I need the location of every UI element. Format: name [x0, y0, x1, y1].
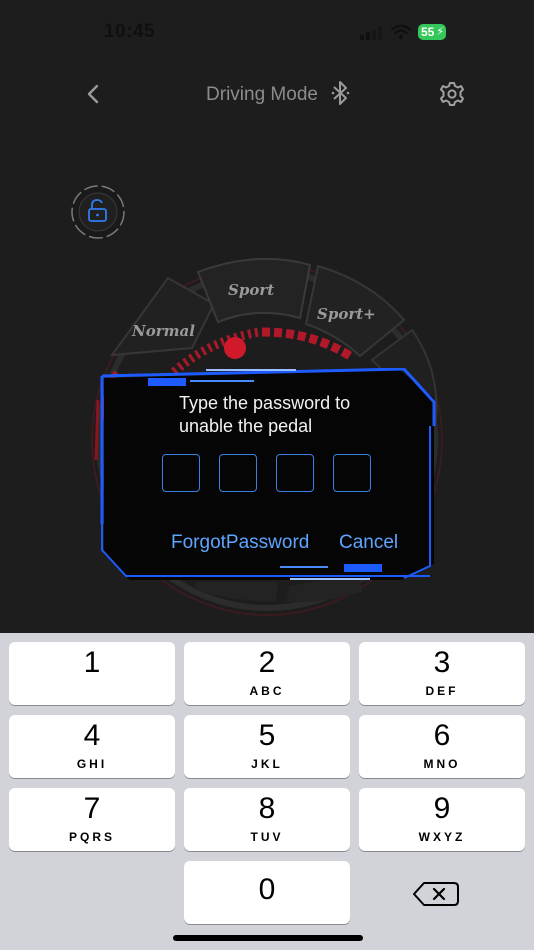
pin-digit-box[interactable] — [219, 454, 257, 492]
key-letters: MNO — [423, 757, 461, 771]
dialog-message: Type the password to unable the pedal — [179, 393, 351, 436]
key-digit: 9 — [433, 792, 451, 825]
key-digit: 2 — [258, 646, 276, 679]
forgot-password-link[interactable]: ForgotPassword — [171, 532, 309, 554]
mode-label-normal: Normal — [132, 322, 195, 340]
pin-digit-box[interactable] — [162, 454, 200, 492]
key-digit: 6 — [433, 719, 451, 752]
key-digit: 8 — [258, 792, 276, 825]
key-0[interactable]: 0 — [184, 861, 350, 924]
delete-key[interactable] — [410, 879, 464, 909]
key-7[interactable]: 7 PQRS — [9, 788, 175, 851]
key-letters: GHI — [76, 757, 108, 771]
key-1[interactable]: 1 — [9, 642, 175, 705]
key-letters: JKL — [251, 757, 283, 771]
key-6[interactable]: 6 MNO — [359, 715, 525, 778]
key-8[interactable]: 8 TUV — [184, 788, 350, 851]
numeric-keypad: 1 2 ABC 3 DEF 4 GHI 5 JKL 6 MNO 7 PQRS 8… — [0, 633, 534, 950]
key-2[interactable]: 2 ABC — [184, 642, 350, 705]
key-letters: DEF — [425, 684, 459, 698]
key-digit: 7 — [83, 792, 101, 825]
key-digit: 0 — [258, 873, 276, 906]
key-letters: WXYZ — [418, 830, 466, 844]
password-dialog: Type the password to unable the pedal Fo… — [100, 368, 436, 582]
key-9[interactable]: 9 WXYZ — [359, 788, 525, 851]
key-digit: 1 — [83, 646, 101, 679]
pin-digit-box[interactable] — [333, 454, 371, 492]
key-4[interactable]: 4 GHI — [9, 715, 175, 778]
backspace-icon — [413, 882, 459, 906]
cancel-button[interactable]: Cancel — [339, 532, 398, 554]
key-letters: TUV — [250, 830, 284, 844]
key-3[interactable]: 3 DEF — [359, 642, 525, 705]
home-indicator[interactable] — [173, 935, 363, 941]
key-letters: PQRS — [68, 830, 115, 844]
mode-label-sport-plus: Sport+ — [317, 305, 376, 323]
key-digit: 4 — [83, 719, 101, 752]
key-5[interactable]: 5 JKL — [184, 715, 350, 778]
key-letters: ABC — [249, 684, 285, 698]
pin-digit-box[interactable] — [276, 454, 314, 492]
key-digit: 3 — [433, 646, 451, 679]
key-digit: 5 — [258, 719, 276, 752]
mode-label-sport: Sport — [228, 281, 275, 299]
